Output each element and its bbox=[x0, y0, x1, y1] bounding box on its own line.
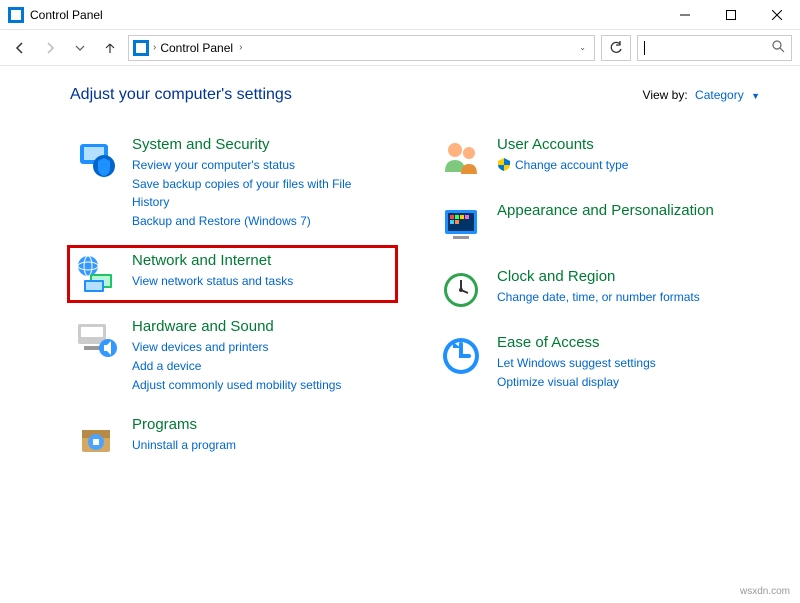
category-user-accounts: User Accounts Change account type bbox=[435, 132, 760, 184]
category-programs: Programs Uninstall a program bbox=[70, 412, 395, 464]
view-by-control[interactable]: View by: Category ▼ bbox=[643, 88, 760, 102]
right-column: User Accounts Change account type Appear… bbox=[435, 132, 760, 464]
maximize-button[interactable] bbox=[708, 0, 754, 30]
close-button[interactable] bbox=[754, 0, 800, 30]
breadcrumb-separator-icon: › bbox=[153, 42, 156, 53]
view-by-label: View by: bbox=[643, 88, 688, 102]
category-title[interactable]: System and Security bbox=[132, 136, 391, 153]
forward-button[interactable] bbox=[38, 36, 62, 60]
chevron-down-icon: ▼ bbox=[751, 91, 760, 101]
address-dropdown-button[interactable]: ⌄ bbox=[575, 43, 590, 52]
control-panel-app-icon bbox=[8, 7, 24, 23]
text-cursor bbox=[644, 41, 645, 55]
uac-shield-icon bbox=[497, 157, 511, 171]
user-accounts-icon bbox=[439, 136, 483, 180]
minimize-button[interactable] bbox=[662, 0, 708, 30]
appearance-icon bbox=[439, 202, 483, 246]
page-heading: Adjust your computer's settings bbox=[70, 86, 292, 104]
window-controls bbox=[662, 0, 800, 30]
system-security-icon bbox=[74, 136, 118, 180]
refresh-button[interactable] bbox=[601, 35, 631, 61]
network-internet-icon bbox=[74, 252, 118, 296]
category-title[interactable]: Network and Internet bbox=[132, 252, 391, 269]
breadcrumb[interactable]: Control Panel › bbox=[160, 41, 571, 55]
category-ease-of-access: Ease of Access Let Windows suggest setti… bbox=[435, 330, 760, 395]
watermark: wsxdn.com bbox=[740, 586, 790, 597]
category-network-internet: Network and Internet View network status… bbox=[67, 245, 398, 303]
left-column: System and Security Review your computer… bbox=[70, 132, 395, 464]
category-clock-region: Clock and Region Change date, time, or n… bbox=[435, 264, 760, 316]
up-button[interactable] bbox=[98, 36, 122, 60]
category-link[interactable]: Add a device bbox=[132, 357, 391, 376]
content-area: Adjust your computer's settings View by:… bbox=[0, 66, 800, 484]
search-icon bbox=[772, 40, 785, 56]
back-arrow-icon bbox=[13, 41, 27, 55]
category-link[interactable]: Change account type bbox=[497, 156, 756, 175]
category-system-security: System and Security Review your computer… bbox=[70, 132, 395, 234]
forward-arrow-icon bbox=[43, 41, 57, 55]
address-bar[interactable]: › Control Panel › ⌄ bbox=[128, 35, 595, 61]
close-icon bbox=[772, 10, 782, 20]
category-title[interactable]: Appearance and Personalization bbox=[497, 202, 756, 219]
category-link[interactable]: Optimize visual display bbox=[497, 373, 756, 392]
category-link[interactable]: View devices and printers bbox=[132, 338, 391, 357]
control-panel-address-icon bbox=[133, 40, 149, 56]
category-title[interactable]: Clock and Region bbox=[497, 268, 756, 285]
clock-region-icon bbox=[439, 268, 483, 312]
up-arrow-icon bbox=[103, 41, 117, 55]
category-link[interactable]: Adjust commonly used mobility settings bbox=[132, 376, 391, 395]
refresh-icon bbox=[609, 41, 623, 55]
category-link[interactable]: View network status and tasks bbox=[132, 272, 391, 291]
category-title[interactable]: Ease of Access bbox=[497, 334, 756, 351]
category-link[interactable]: Let Windows suggest settings bbox=[497, 354, 756, 373]
breadcrumb-root[interactable]: Control Panel bbox=[160, 41, 233, 55]
heading-row: Adjust your computer's settings View by:… bbox=[70, 86, 760, 104]
category-title[interactable]: Hardware and Sound bbox=[132, 318, 391, 335]
category-link-text: Change account type bbox=[515, 158, 628, 172]
breadcrumb-separator-icon: › bbox=[239, 42, 242, 53]
back-button[interactable] bbox=[8, 36, 32, 60]
chevron-down-icon bbox=[75, 43, 85, 53]
maximize-icon bbox=[726, 10, 736, 20]
category-link[interactable]: Uninstall a program bbox=[132, 436, 391, 455]
minimize-icon bbox=[680, 10, 690, 20]
category-link[interactable]: Change date, time, or number formats bbox=[497, 288, 756, 307]
view-by-value[interactable]: Category bbox=[695, 88, 744, 102]
window-title: Control Panel bbox=[30, 8, 103, 22]
ease-of-access-icon bbox=[439, 334, 483, 378]
category-hardware-sound: Hardware and Sound View devices and prin… bbox=[70, 314, 395, 398]
recent-locations-button[interactable] bbox=[68, 36, 92, 60]
category-title[interactable]: User Accounts bbox=[497, 136, 756, 153]
category-link[interactable]: Backup and Restore (Windows 7) bbox=[132, 212, 391, 231]
hardware-sound-icon bbox=[74, 318, 118, 362]
category-columns: System and Security Review your computer… bbox=[70, 132, 760, 464]
category-title[interactable]: Programs bbox=[132, 416, 391, 433]
navbar: › Control Panel › ⌄ bbox=[0, 30, 800, 66]
category-link[interactable]: Save backup copies of your files with Fi… bbox=[132, 175, 391, 212]
titlebar: Control Panel bbox=[0, 0, 800, 30]
category-appearance-personalization: Appearance and Personalization bbox=[435, 198, 760, 250]
category-link[interactable]: Review your computer's status bbox=[132, 156, 391, 175]
programs-icon bbox=[74, 416, 118, 460]
search-input[interactable] bbox=[637, 35, 792, 61]
